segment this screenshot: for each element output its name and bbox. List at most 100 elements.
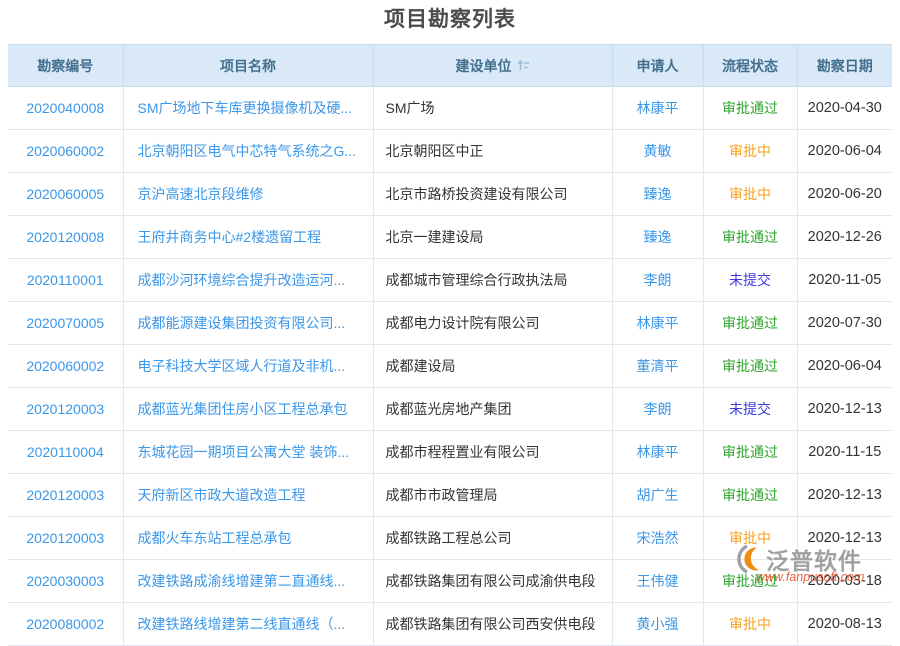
table-row: 2020120003 成都火车东站工程总承包 成都铁路工程总公司 宋浩然 审批中… — [8, 517, 892, 560]
header-survey-code: 勘察编号 — [8, 45, 123, 87]
applicant-link[interactable]: 董清平 — [637, 358, 679, 374]
survey-date: 2020-03-18 — [797, 560, 892, 603]
survey-code-link[interactable]: 2020060002 — [26, 358, 104, 374]
project-name-link[interactable]: 天府新区市政大道改造工程 — [138, 487, 306, 503]
project-name-cell: 成都火车东站工程总承包 — [123, 517, 373, 560]
status-cell: 审批通过 — [703, 216, 797, 259]
project-name-cell: 改建铁路线增建第二线直通线（... — [123, 603, 373, 646]
status-text: 审批通过 — [722, 487, 778, 503]
project-name-link[interactable]: 北京朝阳区电气中芯特气系统之G... — [138, 143, 357, 159]
survey-code-link[interactable]: 2020110004 — [27, 444, 104, 460]
survey-table: 勘察编号 项目名称 建设单位 申请人 流程状态 勘察日期 2 — [8, 44, 892, 646]
applicant-cell: 林康平 — [612, 302, 703, 345]
construction-unit: 成都市程程置业有限公司 — [373, 431, 612, 474]
survey-code-link[interactable]: 2020120003 — [26, 401, 104, 417]
applicant-link[interactable]: 林康平 — [637, 315, 679, 331]
project-name-link[interactable]: 京沪高速北京段维修 — [138, 186, 264, 202]
survey-date: 2020-12-13 — [797, 517, 892, 560]
applicant-link[interactable]: 胡广生 — [637, 487, 679, 503]
applicant-cell: 董清平 — [612, 345, 703, 388]
survey-code-link[interactable]: 2020060005 — [26, 186, 104, 202]
survey-code-link[interactable]: 2020120003 — [26, 530, 104, 546]
project-name-link[interactable]: 电子科技大学区域人行道及非机... — [138, 358, 346, 374]
header-applicant: 申请人 — [612, 45, 703, 87]
survey-date: 2020-06-04 — [797, 130, 892, 173]
header-survey-date: 勘察日期 — [797, 45, 892, 87]
status-cell: 审批中 — [703, 517, 797, 560]
survey-date: 2020-11-15 — [797, 431, 892, 474]
survey-date: 2020-06-04 — [797, 345, 892, 388]
header-project-name: 项目名称 — [123, 45, 373, 87]
project-name-link[interactable]: 成都沙河环境综合提升改造运河... — [138, 272, 346, 288]
construction-unit: 成都铁路集团有限公司西安供电段 — [373, 603, 612, 646]
applicant-link[interactable]: 臻逸 — [644, 186, 672, 202]
applicant-link[interactable]: 李朗 — [644, 272, 672, 288]
survey-code-cell: 2020120008 — [8, 216, 123, 259]
table-row: 2020080002 改建铁路线增建第二线直通线（... 成都铁路集团有限公司西… — [8, 603, 892, 646]
survey-code-link[interactable]: 2020080002 — [26, 616, 104, 632]
status-text: 审批通过 — [722, 100, 778, 116]
survey-code-cell: 2020060005 — [8, 173, 123, 216]
applicant-cell: 王伟健 — [612, 560, 703, 603]
status-cell: 审批通过 — [703, 345, 797, 388]
survey-date: 2020-06-20 — [797, 173, 892, 216]
status-text: 未提交 — [729, 272, 771, 288]
project-name-cell: 天府新区市政大道改造工程 — [123, 474, 373, 517]
applicant-link[interactable]: 臻逸 — [644, 229, 672, 245]
project-name-link[interactable]: 东城花园一期项目公寓大堂 装饰... — [138, 444, 350, 460]
project-name-cell: 成都蓝光集团住房小区工程总承包 — [123, 388, 373, 431]
status-cell: 审批通过 — [703, 87, 797, 130]
project-name-link[interactable]: 成都能源建设集团投资有限公司... — [138, 315, 346, 331]
project-name-link[interactable]: 成都火车东站工程总承包 — [138, 530, 292, 546]
construction-unit: 成都建设局 — [373, 345, 612, 388]
project-name-link[interactable]: 改建铁路线增建第二线直通线（... — [138, 616, 346, 632]
applicant-cell: 胡广生 — [612, 474, 703, 517]
table-header-row: 勘察编号 项目名称 建设单位 申请人 流程状态 勘察日期 — [8, 45, 892, 87]
survey-code-link[interactable]: 2020120003 — [26, 487, 104, 503]
project-name-cell: 京沪高速北京段维修 — [123, 173, 373, 216]
survey-code-link[interactable]: 2020110001 — [27, 272, 104, 288]
project-name-link[interactable]: 王府井商务中心#2楼遗留工程 — [138, 229, 322, 245]
applicant-cell: 臻逸 — [612, 173, 703, 216]
survey-code-link[interactable]: 2020070005 — [26, 315, 104, 331]
survey-date: 2020-08-13 — [797, 603, 892, 646]
status-text: 审批通过 — [722, 358, 778, 374]
table-row: 2020120003 天府新区市政大道改造工程 成都市市政管理局 胡广生 审批通… — [8, 474, 892, 517]
survey-code-cell: 2020080002 — [8, 603, 123, 646]
applicant-link[interactable]: 李朗 — [644, 401, 672, 417]
applicant-link[interactable]: 宋浩然 — [637, 530, 679, 546]
status-cell: 审批中 — [703, 130, 797, 173]
status-text: 审批中 — [729, 143, 771, 159]
construction-unit: 北京朝阳区中正 — [373, 130, 612, 173]
survey-code-cell: 2020060002 — [8, 345, 123, 388]
survey-code-cell: 2020060002 — [8, 130, 123, 173]
status-cell: 未提交 — [703, 388, 797, 431]
sort-ascending-icon[interactable] — [517, 59, 530, 75]
status-cell: 审批通过 — [703, 560, 797, 603]
status-text: 审批通过 — [722, 315, 778, 331]
construction-unit: 成都城市管理综合行政执法局 — [373, 259, 612, 302]
survey-code-cell: 2020070005 — [8, 302, 123, 345]
survey-code-link[interactable]: 2020060002 — [26, 143, 104, 159]
applicant-cell: 李朗 — [612, 259, 703, 302]
survey-code-link[interactable]: 2020120008 — [26, 229, 104, 245]
project-name-link[interactable]: SM广场地下车库更换摄像机及硬... — [138, 100, 353, 116]
survey-code-link[interactable]: 2020030003 — [26, 573, 104, 589]
survey-code-link[interactable]: 2020040008 — [26, 100, 104, 116]
project-name-link[interactable]: 改建铁路成渝线增建第二直通线... — [138, 573, 346, 589]
status-text: 未提交 — [729, 401, 771, 417]
project-name-cell: SM广场地下车库更换摄像机及硬... — [123, 87, 373, 130]
project-name-link[interactable]: 成都蓝光集团住房小区工程总承包 — [138, 401, 348, 417]
project-name-cell: 电子科技大学区域人行道及非机... — [123, 345, 373, 388]
status-text: 审批中 — [729, 186, 771, 202]
applicant-link[interactable]: 林康平 — [637, 444, 679, 460]
applicant-link[interactable]: 林康平 — [637, 100, 679, 116]
status-text: 审批中 — [729, 530, 771, 546]
applicant-cell: 李朗 — [612, 388, 703, 431]
header-construction-unit[interactable]: 建设单位 — [373, 45, 612, 87]
applicant-link[interactable]: 黄敏 — [644, 143, 672, 159]
applicant-link[interactable]: 黄小强 — [637, 616, 679, 632]
status-text: 审批中 — [729, 616, 771, 632]
status-cell: 审批中 — [703, 173, 797, 216]
applicant-link[interactable]: 王伟健 — [637, 573, 679, 589]
